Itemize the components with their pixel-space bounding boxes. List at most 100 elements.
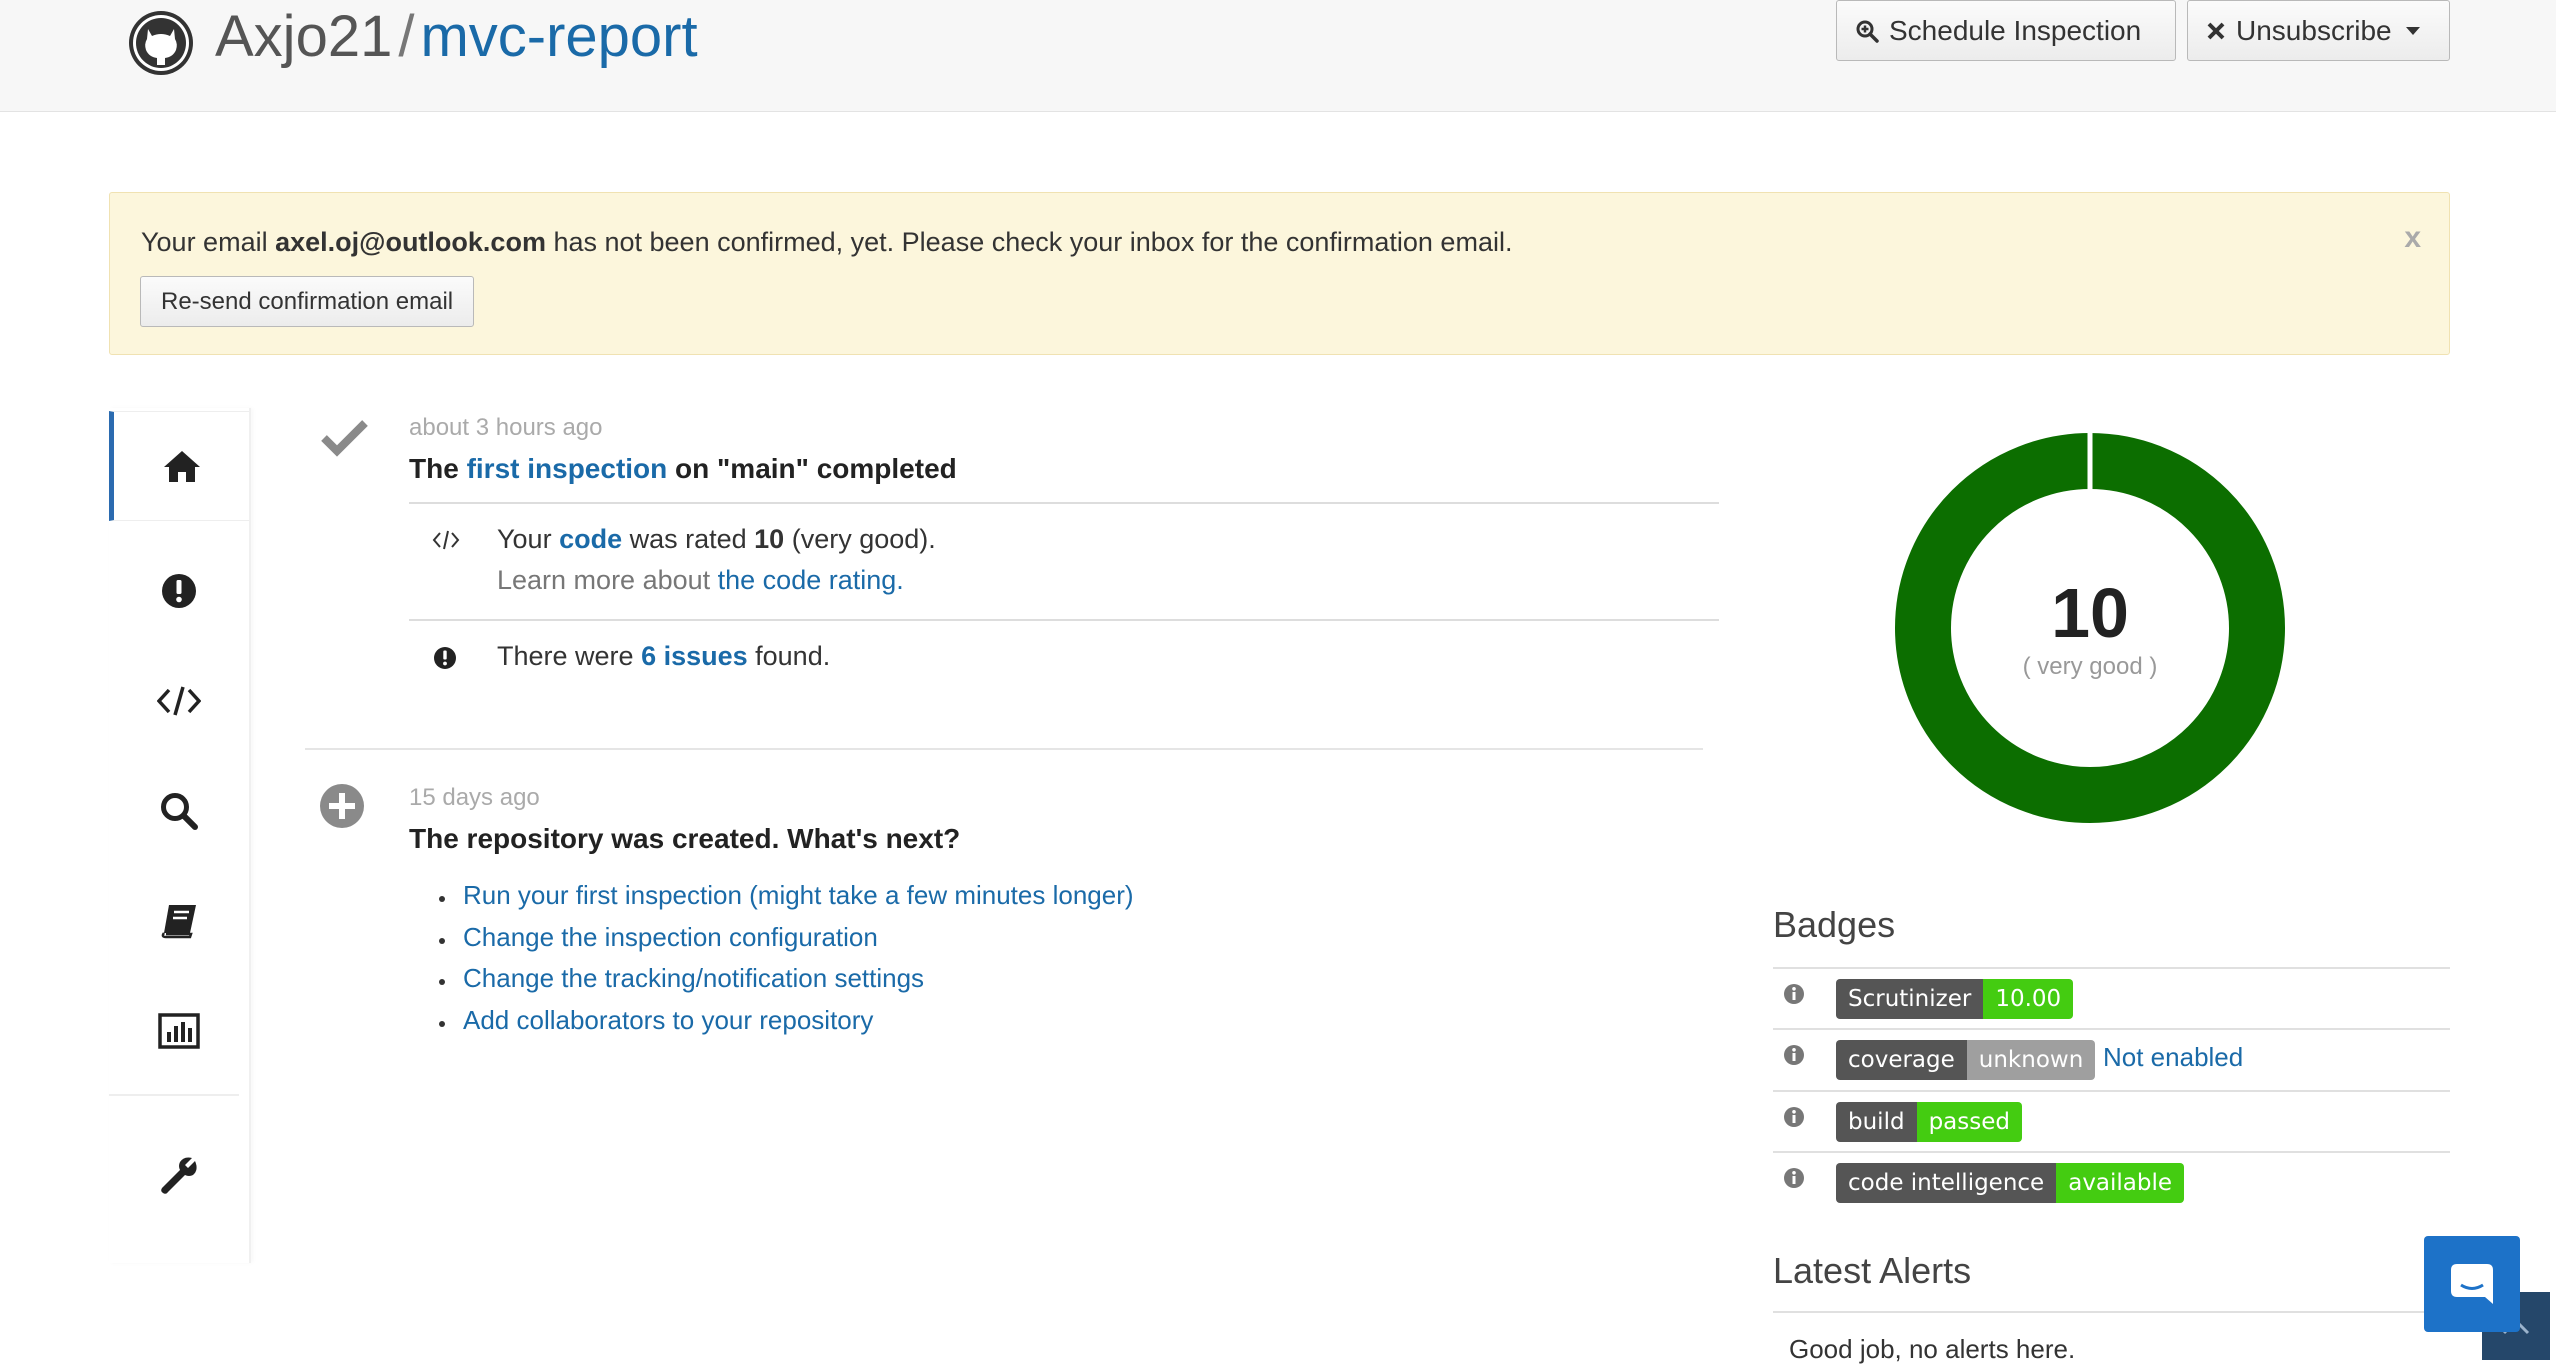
divider	[1773, 1311, 2450, 1313]
badge-label: code intelligence	[1836, 1163, 2057, 1203]
sidebar-item-settings[interactable]	[109, 1121, 249, 1231]
badge-row: coverage unknown Not enabled	[1773, 1028, 2450, 1089]
learn-pre: Learn more about	[497, 565, 718, 595]
inspection-title-post: on "main" completed	[667, 453, 957, 484]
learn-more-text: Learn more about the code rating.	[497, 565, 904, 596]
github-icon	[129, 11, 193, 75]
alert-message: Your email axel.oj@outlook.com has not b…	[141, 227, 1512, 258]
alerts-message: Good job, no alerts here.	[1789, 1334, 2076, 1364]
badge-label: coverage	[1836, 1040, 1967, 1080]
badge[interactable]: code intelligence available	[1836, 1163, 2185, 1203]
schedule-inspection-button[interactable]: Schedule Inspection	[1836, 0, 2176, 61]
badges-title: Badges	[1773, 904, 1896, 945]
zoom-in-icon	[1856, 20, 1879, 43]
badge-label: build	[1836, 1102, 1917, 1142]
score-donut: 10 ( very good )	[1895, 433, 2285, 823]
home-icon	[163, 451, 200, 482]
issues-post: found.	[747, 641, 831, 671]
info-icon[interactable]	[1783, 1167, 1805, 1189]
checkmark-icon	[321, 420, 368, 457]
caret-down-icon	[2405, 26, 2420, 35]
divider	[409, 502, 1719, 504]
divider	[305, 748, 1703, 750]
rating-value: 10	[754, 524, 785, 554]
badge[interactable]: coverage unknown	[1836, 1040, 2096, 1080]
rating-pre: Your	[497, 524, 560, 554]
code-icon	[157, 686, 201, 716]
list-item: Run your first inspection (might take a …	[457, 875, 1134, 917]
sidebar-item-issues[interactable]	[109, 536, 249, 646]
chat-icon	[2451, 1264, 2493, 1304]
badge-row: code intelligence available	[1773, 1151, 2450, 1212]
sidebar-item-overview[interactable]	[109, 411, 249, 521]
issues-icon	[434, 647, 456, 669]
stats-icon	[158, 1013, 200, 1049]
created-title: The repository was created. What's next?	[409, 823, 961, 854]
tracking-settings-link[interactable]: Change the tracking/notification setting…	[463, 963, 924, 993]
search-icon	[161, 793, 198, 830]
info-icon[interactable]	[1783, 1044, 1805, 1066]
sidebar-item-docs[interactable]	[109, 866, 249, 976]
repo-title: Axjo21/mvc-report	[215, 2, 698, 72]
wrench-icon	[161, 1157, 197, 1194]
alert-email: axel.oj@outlook.com	[275, 227, 546, 257]
inspection-title-pre: The	[409, 453, 467, 484]
code-link[interactable]: code	[559, 524, 622, 554]
unsubscribe-label: Unsubscribe	[2236, 14, 2392, 46]
created-time: 15 days ago	[409, 784, 540, 811]
badge-value: available	[2056, 1163, 2185, 1203]
badge-row: build passed	[1773, 1090, 2450, 1151]
issues-pre: There were	[497, 641, 642, 671]
run-inspection-link[interactable]: Run your first inspection (might take a …	[463, 880, 1134, 910]
inspection-config-link[interactable]: Change the inspection configuration	[463, 922, 878, 952]
alert-prefix: Your email	[141, 227, 276, 257]
repo-name-link[interactable]: mvc-report	[420, 4, 697, 69]
score-value: 10	[2051, 574, 2129, 652]
badge[interactable]: Scrutinizer 10.00	[1836, 979, 2074, 1019]
rating-mid: was rated	[622, 524, 755, 554]
next-steps-list: Run your first inspection (might take a …	[437, 875, 1134, 1041]
plus-circle-icon	[320, 784, 364, 828]
info-icon[interactable]	[1783, 1106, 1805, 1128]
chat-launcher-button[interactable]	[2424, 1236, 2520, 1332]
badge-label: Scrutinizer	[1836, 979, 1984, 1019]
badge-extra-link[interactable]: Not enabled	[2103, 1042, 2243, 1073]
repo-owner-link[interactable]: Axjo21	[215, 4, 392, 69]
sidebar-item-statistics[interactable]	[109, 976, 249, 1086]
resend-confirmation-button[interactable]: Re-send confirmation email	[140, 276, 475, 327]
info-icon[interactable]	[1783, 983, 1805, 1005]
book-icon	[161, 905, 196, 939]
badge[interactable]: build passed	[1836, 1102, 2022, 1142]
code-rating-link[interactable]: the code rating.	[718, 565, 904, 595]
badge-value: unknown	[1966, 1040, 2096, 1080]
unsubscribe-button[interactable]: Unsubscribe	[2187, 0, 2450, 61]
badge-value: passed	[1916, 1102, 2022, 1142]
code-icon	[432, 530, 460, 550]
score-label: ( very good )	[2023, 653, 2158, 680]
repo-header: Axjo21/mvc-report Schedule Inspection Un…	[0, 0, 2556, 112]
divider	[409, 619, 1719, 621]
issues-text: There were 6 issues found.	[497, 641, 830, 672]
add-collaborators-link[interactable]: Add collaborators to your repository	[463, 1005, 873, 1035]
sidebar-divider	[109, 1094, 239, 1096]
repo-separator: /	[398, 4, 415, 69]
badge-value: 10.00	[1983, 979, 2074, 1019]
list-item: Change the tracking/notification setting…	[457, 958, 1134, 1000]
sidebar-item-search[interactable]	[109, 756, 249, 866]
first-inspection-link[interactable]: first inspection	[467, 453, 668, 484]
close-icon	[2207, 22, 2225, 39]
rating-text: Your code was rated 10 (very good).	[497, 524, 936, 555]
latest-alerts-title: Latest Alerts	[1773, 1250, 1972, 1291]
inspection-title: The first inspection on "main" completed	[409, 453, 957, 485]
email-confirmation-alert: Your email axel.oj@outlook.com has not b…	[109, 192, 2450, 355]
alert-close-button[interactable]: x	[2404, 221, 2421, 255]
sidebar-nav	[109, 408, 251, 1263]
issues-icon	[162, 574, 196, 608]
rating-post: (very good).	[784, 524, 936, 554]
schedule-inspection-label: Schedule Inspection	[1889, 14, 2142, 46]
alert-suffix: has not been confirmed, yet. Please chec…	[545, 227, 1513, 257]
badge-row: Scrutinizer 10.00	[1773, 967, 2450, 1028]
sidebar-item-code[interactable]	[109, 646, 249, 756]
list-item: Add collaborators to your repository	[457, 1000, 1134, 1042]
issues-link[interactable]: 6 issues	[641, 641, 748, 671]
